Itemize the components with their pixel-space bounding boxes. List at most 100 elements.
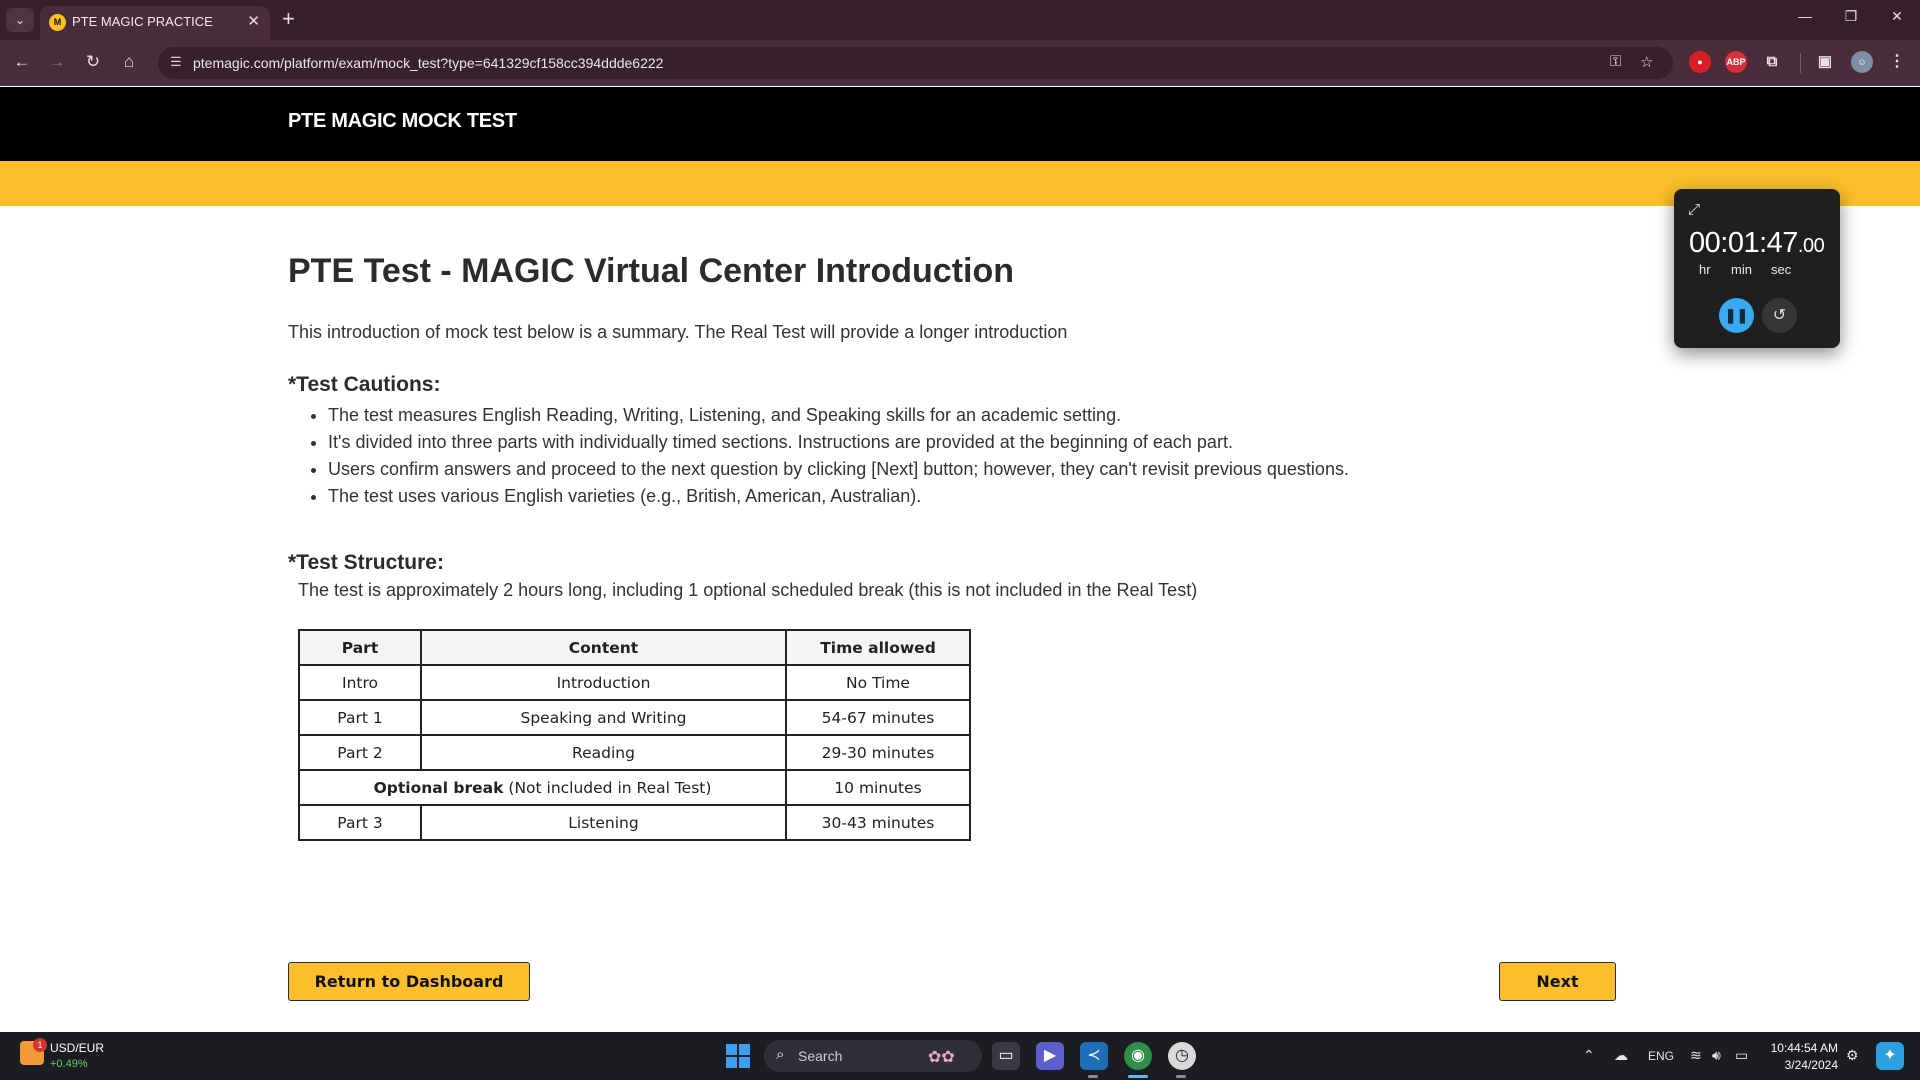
search-icon: ⌕ bbox=[776, 1046, 785, 1063]
chrome-active-indicator bbox=[1128, 1075, 1148, 1078]
caution-item: The test measures English Reading, Writi… bbox=[328, 402, 1349, 429]
cautions-list: The test measures English Reading, Writi… bbox=[328, 402, 1349, 510]
site-info-icon[interactable]: ☰ bbox=[170, 54, 182, 70]
hours-label: hr bbox=[1699, 262, 1711, 277]
table-header-content: Content bbox=[420, 629, 787, 666]
profile-avatar[interactable]: ☺ bbox=[1851, 51, 1873, 73]
copilot-icon[interactable]: ✦ bbox=[1876, 1042, 1904, 1070]
adblock-icon[interactable]: ABP bbox=[1725, 51, 1747, 73]
minimize-window-icon[interactable]: — bbox=[1790, 8, 1820, 24]
widget-title[interactable]: USD/EUR bbox=[50, 1041, 104, 1055]
battery-icon[interactable]: ▭ bbox=[1735, 1047, 1748, 1064]
header-accent-bar bbox=[0, 161, 1920, 206]
structure-description: The test is approximately 2 hours long, … bbox=[298, 580, 1198, 600]
browser-menu-icon[interactable]: ⋮ bbox=[1886, 51, 1908, 73]
return-to-dashboard-button[interactable]: Return to Dashboard bbox=[288, 962, 530, 1001]
widget-change: +0.49% bbox=[50, 1058, 88, 1070]
windows-start-icon[interactable] bbox=[726, 1044, 750, 1068]
table-cell-break: Optional break (Not included in Real Tes… bbox=[298, 769, 787, 806]
taskbar-time[interactable]: 10:44:54 AM bbox=[1770, 1041, 1838, 1055]
table-header-time: Time allowed bbox=[785, 629, 971, 666]
pte-magic-favicon-icon: M bbox=[49, 14, 66, 31]
table-row: Part 3 Listening 30-43 minutes bbox=[298, 804, 971, 841]
tab-title: PTE MAGIC PRACTICE bbox=[72, 14, 213, 29]
stopwatch-widget: ⤢ 00:01:47.00 hr min sec ❚❚ ↺ bbox=[1674, 189, 1840, 348]
taskbar-search[interactable]: ⌕ Search ✿✿ bbox=[764, 1040, 982, 1072]
shield-extension-icon[interactable]: ● bbox=[1689, 51, 1711, 73]
break-note: (Not included in Real Test) bbox=[508, 778, 712, 797]
clock-running-indicator bbox=[1176, 1075, 1186, 1078]
tab-search-chevron-icon[interactable]: ⌄ bbox=[6, 8, 34, 32]
home-icon[interactable]: ⌂ bbox=[117, 52, 141, 72]
structure-heading: *Test Structure: bbox=[288, 551, 444, 574]
next-button[interactable]: Next bbox=[1499, 962, 1616, 1001]
toolbar-divider bbox=[1800, 53, 1801, 73]
table-cell-time: 10 minutes bbox=[785, 769, 971, 806]
taskbar-date[interactable]: 3/24/2024 bbox=[1770, 1058, 1838, 1072]
stopwatch-hms: 00:01:47 bbox=[1689, 227, 1798, 259]
chrome-icon[interactable]: ◉ bbox=[1124, 1042, 1152, 1070]
notification-badge: 1 bbox=[33, 1038, 47, 1052]
volume-icon[interactable]: 🔊︎ bbox=[1712, 1047, 1721, 1064]
back-arrow-icon[interactable]: ← bbox=[10, 52, 34, 72]
windows-taskbar: 1 USD/EUR +0.49% ⌕ Search ✿✿ ▭ ▶ ≺ ◉ ◷ ⌃… bbox=[0, 1032, 1920, 1080]
table-cell-time: 54-67 minutes bbox=[785, 699, 971, 736]
bookmark-star-icon[interactable]: ☆ bbox=[1640, 53, 1653, 71]
table-row: Part 1 Speaking and Writing 54-67 minute… bbox=[298, 699, 971, 736]
table-cell-part: Part 3 bbox=[298, 804, 422, 841]
close-window-icon[interactable]: ✕ bbox=[1882, 8, 1912, 25]
site-header: PTE MAGIC MOCK TEST bbox=[0, 87, 1920, 161]
test-structure-table: Part Content Time allowed Intro Introduc… bbox=[298, 629, 971, 841]
restore-window-icon[interactable]: ❐ bbox=[1836, 8, 1866, 25]
browser-toolbar: ← → ↻ ⌂ ☰ ptemagic.com/platform/exam/moc… bbox=[0, 40, 1920, 86]
table-header-row: Part Content Time allowed bbox=[298, 629, 971, 666]
table-row: Part 2 Reading 29-30 minutes bbox=[298, 734, 971, 771]
stopwatch-centiseconds: .00 bbox=[1797, 235, 1825, 257]
break-label: Optional break bbox=[373, 778, 504, 797]
caution-item: Users confirm answers and proceed to the… bbox=[328, 456, 1349, 483]
page-title: PTE Test - MAGIC Virtual Center Introduc… bbox=[288, 252, 1015, 290]
address-bar[interactable]: ☰ ptemagic.com/platform/exam/mock_test?t… bbox=[158, 47, 1673, 79]
reload-icon[interactable]: ↻ bbox=[81, 52, 105, 72]
table-cell-content: Speaking and Writing bbox=[420, 699, 787, 736]
vscode-icon[interactable]: ≺ bbox=[1080, 1042, 1108, 1070]
table-cell-part: Part 1 bbox=[298, 699, 422, 736]
pause-icon[interactable]: ❚❚ bbox=[1719, 298, 1754, 333]
table-cell-time: No Time bbox=[785, 664, 971, 701]
caution-item: It's divided into three parts with indiv… bbox=[328, 429, 1349, 456]
table-row: Intro Introduction No Time bbox=[298, 664, 971, 701]
tab-close-icon[interactable]: ✕ bbox=[247, 12, 260, 30]
notification-settings-icon[interactable]: ⚙ bbox=[1846, 1047, 1859, 1064]
url-text[interactable]: ptemagic.com/platform/exam/mock_test?typ… bbox=[193, 55, 663, 71]
table-cell-content: Reading bbox=[420, 734, 787, 771]
onedrive-cloud-icon[interactable]: ☁ bbox=[1614, 1047, 1628, 1064]
intro-text: This introduction of mock test below is … bbox=[288, 322, 1068, 342]
forward-arrow-icon[interactable]: → bbox=[45, 52, 69, 72]
teams-icon[interactable]: ▶ bbox=[1036, 1042, 1064, 1070]
caution-item: The test uses various English varieties … bbox=[328, 483, 1349, 510]
new-tab-plus-icon[interactable]: + bbox=[282, 6, 295, 32]
puzzle-extensions-icon[interactable]: ⧉ bbox=[1761, 51, 1783, 73]
expand-icon[interactable]: ⤢ bbox=[1688, 201, 1700, 218]
reset-icon[interactable]: ↺ bbox=[1762, 298, 1797, 333]
search-label: Search bbox=[798, 1048, 843, 1064]
table-header-part: Part bbox=[298, 629, 422, 666]
table-cell-part: Part 2 bbox=[298, 734, 422, 771]
site-logo[interactable]: PTE MAGIC MOCK TEST bbox=[288, 110, 517, 133]
browser-tab[interactable]: M PTE MAGIC PRACTICE ✕ bbox=[40, 6, 270, 40]
side-panel-icon[interactable]: ▣ bbox=[1814, 51, 1836, 73]
clock-app-icon[interactable]: ◷ bbox=[1168, 1042, 1196, 1070]
password-key-icon[interactable]: ⚿ bbox=[1610, 53, 1621, 70]
file-explorer-icon[interactable]: ▭ bbox=[992, 1042, 1020, 1070]
table-cell-part: Intro bbox=[298, 664, 422, 701]
table-cell-content: Introduction bbox=[420, 664, 787, 701]
seconds-label: sec bbox=[1771, 262, 1792, 277]
language-indicator[interactable]: ENG bbox=[1648, 1049, 1674, 1063]
table-cell-time: 29-30 minutes bbox=[785, 734, 971, 771]
search-highlight-art-icon: ✿✿ bbox=[928, 1049, 955, 1066]
minutes-label: min bbox=[1731, 262, 1752, 277]
table-cell-time: 30-43 minutes bbox=[785, 804, 971, 841]
wifi-icon[interactable]: ≋ bbox=[1690, 1047, 1702, 1064]
vscode-running-indicator bbox=[1088, 1075, 1098, 1078]
tray-chevron-up-icon[interactable]: ⌃ bbox=[1583, 1047, 1595, 1064]
